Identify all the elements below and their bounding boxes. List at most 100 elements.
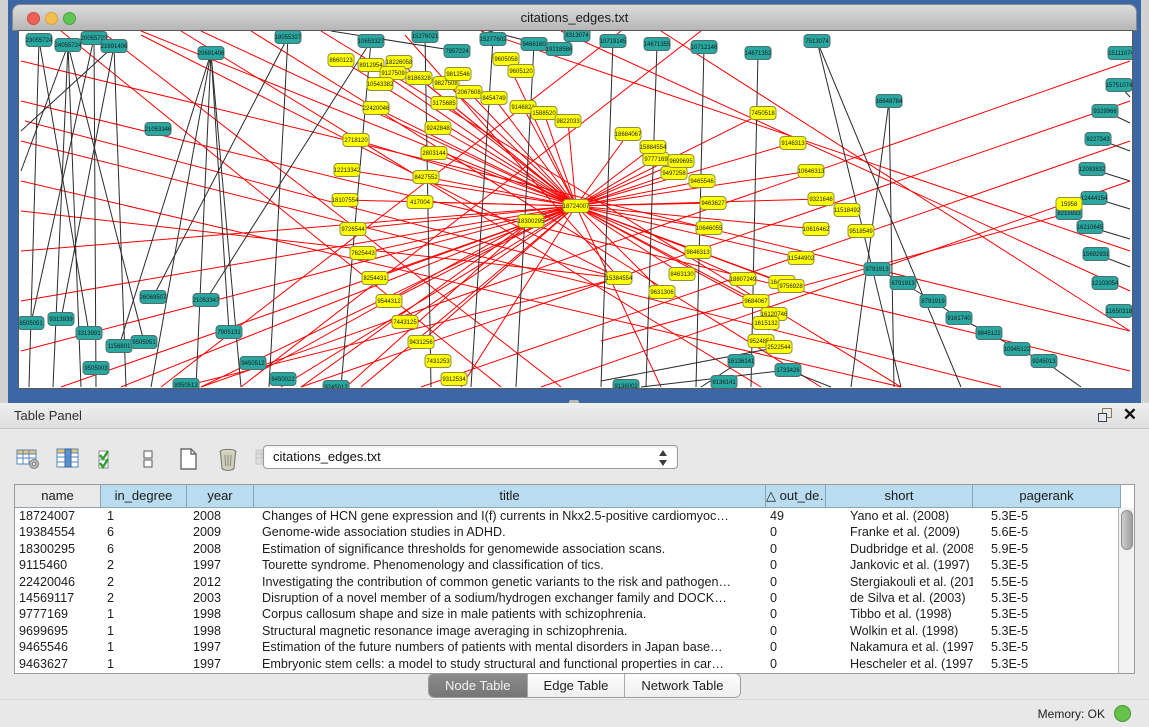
svg-text:9846313: 9846313 — [686, 250, 710, 256]
svg-text:8660123: 8660123 — [329, 58, 353, 64]
svg-text:9127509: 9127509 — [381, 71, 405, 77]
svg-text:15884554: 15884554 — [640, 145, 667, 151]
column-header[interactable]: title — [254, 485, 766, 508]
column-header[interactable]: pagerank — [973, 485, 1121, 508]
column-header[interactable]: short — [826, 485, 973, 508]
table-cell: Genome-wide association studies in ADHD. — [254, 524, 766, 540]
svg-text:7957224: 7957224 — [445, 49, 469, 55]
table-row[interactable]: 946554611997Estimation of the future num… — [15, 639, 1134, 655]
table-cell: Corpus callosum shape and size in male p… — [254, 606, 766, 622]
column-header[interactable]: in_degree — [101, 485, 187, 508]
svg-text:6791913: 6791913 — [891, 281, 915, 287]
close-panel-icon[interactable]: ✕ — [1123, 405, 1137, 425]
svg-text:10543382: 10543382 — [367, 82, 394, 88]
table-row[interactable]: 2242004622012Investigating the contribut… — [15, 574, 1134, 590]
column-edit-icon[interactable] — [54, 445, 82, 473]
svg-text:8791919: 8791919 — [921, 299, 945, 305]
table-cell: 2 — [101, 574, 187, 590]
table-cell: Estimation of significance thresholds fo… — [254, 541, 766, 557]
svg-text:9726544: 9726544 — [341, 227, 365, 233]
svg-text:16648784: 16648784 — [876, 99, 903, 105]
svg-text:15751074: 15751074 — [1106, 83, 1132, 89]
tab-node-table[interactable]: Node Table — [429, 674, 528, 697]
node-table[interactable]: namein_degreeyeartitle△ out_de…shortpage… — [14, 484, 1135, 674]
svg-text:7431253: 7431253 — [426, 359, 450, 365]
table-cell: Investigating the contribution of common… — [254, 574, 766, 590]
column-header[interactable]: △ out_de… — [766, 485, 826, 508]
svg-text:12103054: 12103054 — [1092, 281, 1119, 287]
float-panel-icon[interactable] — [1098, 408, 1113, 423]
trash-icon[interactable] — [214, 445, 242, 473]
svg-text:9518549: 9518549 — [849, 229, 873, 235]
svg-text:11650318: 11650318 — [1106, 309, 1132, 315]
window-title: citations_edges.txt — [13, 10, 1136, 25]
rows-icon[interactable] — [134, 445, 162, 473]
table-row[interactable]: 977716911998Corpus callosum shape and si… — [15, 606, 1134, 622]
table-row[interactable]: 1938455462009Genome-wide association stu… — [15, 524, 1134, 540]
svg-text:22420046: 22420046 — [363, 106, 390, 112]
tab-edge-table[interactable]: Edge Table — [528, 674, 626, 697]
column-header[interactable]: name — [15, 485, 101, 508]
svg-text:9699695: 9699695 — [669, 159, 693, 165]
table-selector-combo[interactable]: citations_edges.txt — [263, 445, 678, 469]
svg-text:9605120: 9605120 — [509, 69, 533, 75]
scrollbar-thumb[interactable] — [1121, 510, 1133, 550]
table-cell: Tibbo et al. (1998) — [826, 606, 973, 622]
table-settings-icon[interactable] — [14, 445, 42, 473]
svg-text:9631306: 9631306 — [650, 290, 674, 296]
svg-text:9329966: 9329966 — [1093, 109, 1117, 115]
table-cell: 1 — [101, 606, 187, 622]
svg-text:9544312: 9544312 — [377, 299, 401, 305]
table-scrollbar[interactable] — [1118, 508, 1134, 673]
table-cell: Embryonic stem cells: a model to study s… — [254, 656, 766, 672]
svg-text:7450518: 7450518 — [751, 111, 775, 117]
svg-text:18807249: 18807249 — [730, 277, 757, 283]
svg-text:9450022: 9450022 — [271, 377, 295, 383]
table-cell: 6 — [101, 541, 187, 557]
svg-text:9684067: 9684067 — [744, 299, 768, 305]
table-cell: 1997 — [187, 557, 254, 573]
svg-text:15276021: 15276021 — [412, 34, 439, 40]
table-header-row: namein_degreeyeartitle△ out_de…shortpage… — [15, 485, 1134, 508]
table-cell: 1 — [101, 639, 187, 655]
svg-text:18107554: 18107554 — [332, 198, 359, 204]
svg-text:10719145: 10719145 — [600, 39, 627, 45]
table-row[interactable]: 1830029562008Estimation of significance … — [15, 541, 1134, 557]
network-desktop: citations_edges.txt 23055724240557242005… — [8, 0, 1141, 403]
svg-text:1615132: 1615132 — [754, 321, 778, 327]
svg-text:11518492: 11518492 — [834, 208, 861, 214]
svg-text:9463627: 9463627 — [701, 201, 725, 207]
new-file-icon[interactable] — [174, 445, 202, 473]
table-cell: Yano et al. (2008) — [826, 508, 973, 524]
table-row[interactable]: 1456911722003Disruption of a novel membe… — [15, 590, 1134, 606]
svg-text:9791913: 9791913 — [865, 267, 889, 273]
table-cell: 14569117 — [15, 590, 101, 606]
svg-text:8912954: 8912954 — [359, 63, 383, 69]
svg-text:2522544: 2522544 — [767, 345, 791, 351]
table-cell: 0 — [766, 606, 826, 622]
svg-text:9505051: 9505051 — [132, 340, 156, 346]
svg-text:9321646: 9321646 — [809, 197, 833, 203]
tab-network-table[interactable]: Network Table — [625, 674, 739, 697]
svg-text:15384554: 15384554 — [606, 276, 633, 282]
network-window-titlebar[interactable]: citations_edges.txt — [12, 4, 1137, 31]
table-cell: 22420046 — [15, 574, 101, 590]
memory-status-label: Memory: OK — [1038, 707, 1105, 721]
network-canvas[interactable]: 2305572424055724200557232169140620691406… — [18, 30, 1133, 389]
table-row[interactable]: 969969511998Structural magnetic resonanc… — [15, 623, 1134, 639]
svg-text:9822033: 9822033 — [556, 119, 580, 125]
citation-network-graph[interactable]: 2305572424055724200557232169140620691406… — [19, 31, 1132, 388]
table-row[interactable]: 1872400712008Changes of HCN gene express… — [15, 508, 1134, 524]
table-row[interactable]: 946362711997Embryonic stem cells: a mode… — [15, 656, 1134, 672]
table-cell: Nakamura et al. (1997) — [826, 639, 973, 655]
checklist-icon[interactable] — [94, 445, 122, 473]
table-cell: 0 — [766, 524, 826, 540]
svg-text:8427552: 8427552 — [414, 175, 438, 181]
svg-text:10945122: 10945122 — [1004, 347, 1031, 353]
table-row[interactable]: 911546021997Tourette syndrome. Phenomeno… — [15, 557, 1134, 573]
svg-text:7443125: 7443125 — [393, 320, 417, 326]
table-cell: 0 — [766, 557, 826, 573]
memory-ok-icon[interactable] — [1114, 705, 1131, 722]
column-header[interactable]: year — [187, 485, 254, 508]
table-cell: 0 — [766, 541, 826, 557]
